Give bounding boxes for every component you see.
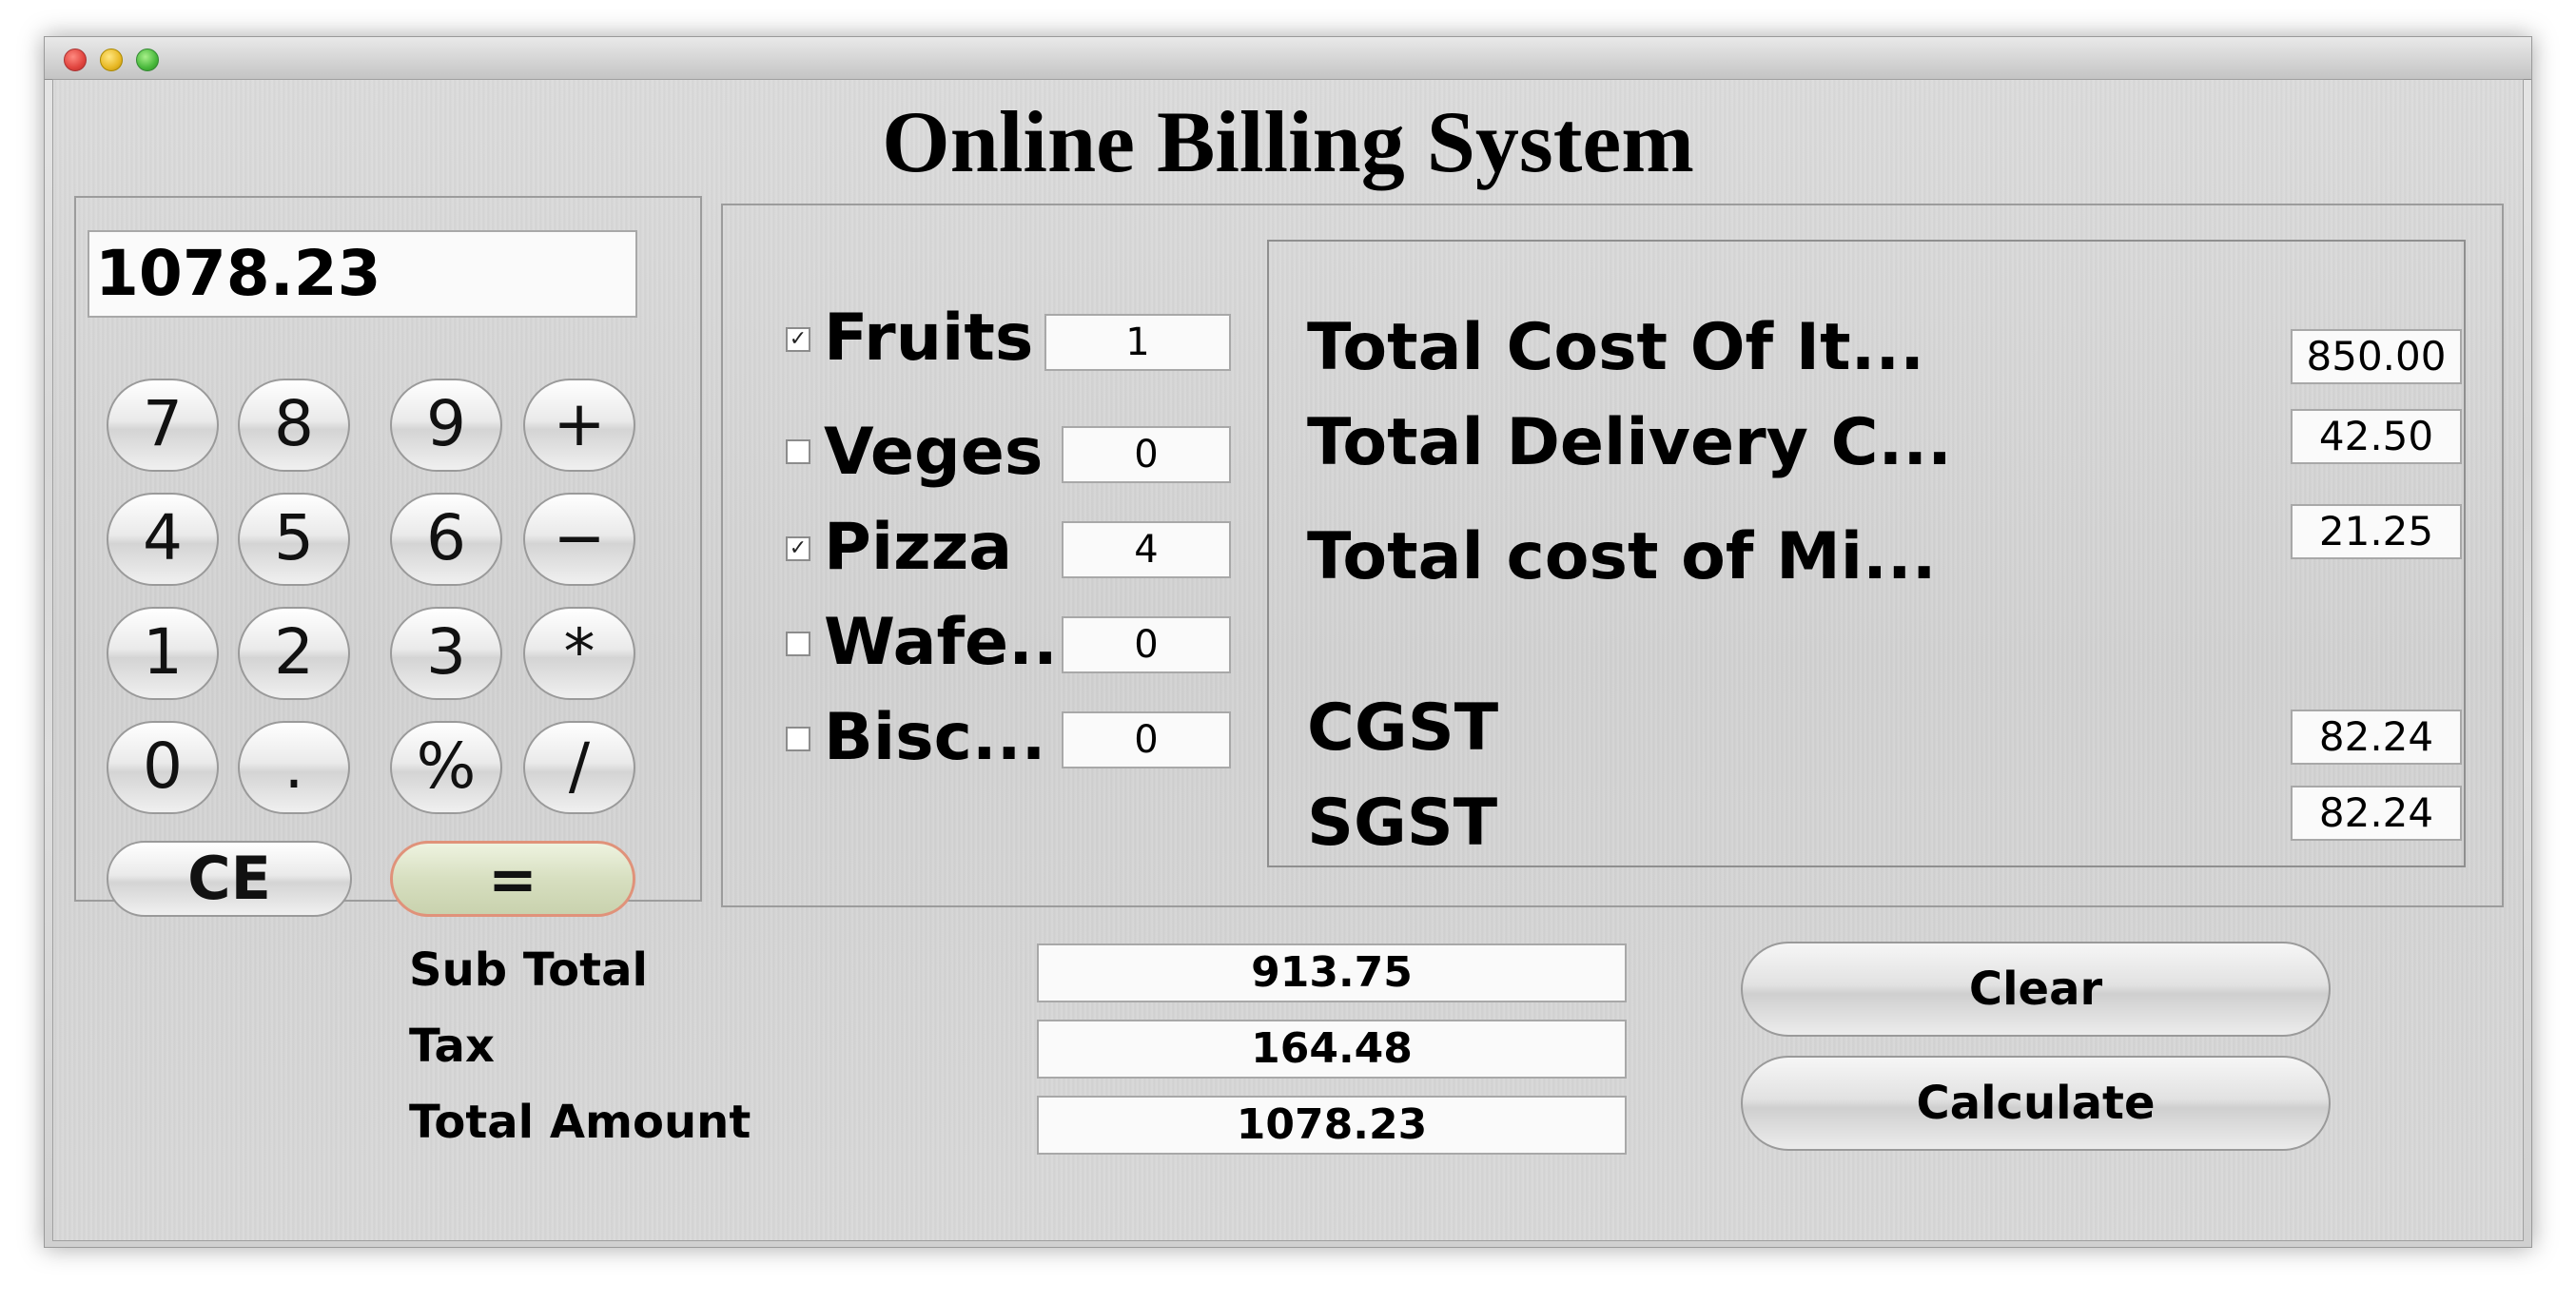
veges-quantity-field[interactable]: 0 <box>1062 426 1231 483</box>
key-4-button[interactable]: 4 <box>107 493 219 586</box>
calculator-display[interactable]: 1078.23 <box>88 230 637 318</box>
key-8-button[interactable]: 8 <box>238 379 350 472</box>
pizza-quantity-field[interactable]: 4 <box>1062 521 1231 578</box>
wafers-checkbox[interactable] <box>786 632 810 656</box>
sgst-label: SGST <box>1307 786 1498 861</box>
equals-button[interactable]: = <box>390 841 635 917</box>
veges-checkbox[interactable] <box>786 439 810 464</box>
subtotal-value[interactable]: 913.75 <box>1037 943 1627 1002</box>
key-7-button[interactable]: 7 <box>107 379 219 472</box>
calculate-button[interactable]: Calculate <box>1741 1056 2331 1151</box>
tax-value[interactable]: 164.48 <box>1037 1020 1627 1079</box>
content-pane: Online Billing System 1078.23 7 8 9 + 4 … <box>52 79 2524 1241</box>
key-5-button[interactable]: 5 <box>238 493 350 586</box>
biscuits-label: Bisc... <box>824 700 1046 775</box>
sgst-value[interactable]: 82.24 <box>2291 786 2462 841</box>
divide-button[interactable]: / <box>523 721 635 814</box>
total-amount-label: Total Amount <box>409 1096 751 1149</box>
tax-label: Tax <box>409 1020 495 1073</box>
multiply-button[interactable]: * <box>523 607 635 700</box>
total-misc-cost-value[interactable]: 21.25 <box>2291 504 2462 559</box>
key-0-button[interactable]: 0 <box>107 721 219 814</box>
page-title: Online Billing System <box>882 93 1694 190</box>
wafers-label: Wafe... <box>824 605 1083 680</box>
total-amount-value[interactable]: 1078.23 <box>1037 1096 1627 1155</box>
clear-entry-button[interactable]: CE <box>107 841 352 917</box>
zoom-window-button[interactable] <box>136 49 159 71</box>
veges-label: Veges <box>824 415 1044 490</box>
percent-button[interactable]: % <box>390 721 502 814</box>
wafers-quantity-field[interactable]: 0 <box>1062 616 1231 673</box>
minimize-window-button[interactable] <box>100 49 123 71</box>
key-2-button[interactable]: 2 <box>238 607 350 700</box>
plus-button[interactable]: + <box>523 379 635 472</box>
title-bar <box>45 37 2531 80</box>
biscuits-quantity-field[interactable]: 0 <box>1062 711 1231 768</box>
minus-button[interactable]: − <box>523 493 635 586</box>
cgst-value[interactable]: 82.24 <box>2291 710 2462 765</box>
cgst-label: CGST <box>1307 690 1499 766</box>
total-delivery-cost-label: Total Delivery C... <box>1307 405 1953 480</box>
subtotal-label: Sub Total <box>409 943 648 997</box>
total-delivery-cost-value[interactable]: 42.50 <box>2291 409 2462 464</box>
key-9-button[interactable]: 9 <box>390 379 502 472</box>
pizza-label: Pizza <box>824 510 1013 585</box>
total-item-cost-label: Total Cost Of It... <box>1307 310 1925 385</box>
pizza-checkbox[interactable]: ✓ <box>786 536 810 561</box>
fruits-checkbox[interactable]: ✓ <box>786 327 810 352</box>
decimal-point-button[interactable]: . <box>238 721 350 814</box>
app-window: Online Billing System 1078.23 7 8 9 + 4 … <box>44 36 2532 1248</box>
clear-button[interactable]: Clear <box>1741 942 2331 1037</box>
key-3-button[interactable]: 3 <box>390 607 502 700</box>
biscuits-checkbox[interactable] <box>786 727 810 751</box>
key-1-button[interactable]: 1 <box>107 607 219 700</box>
total-misc-cost-label: Total cost of Mi... <box>1307 519 1937 594</box>
close-window-button[interactable] <box>64 49 87 71</box>
fruits-quantity-field[interactable]: 1 <box>1044 314 1231 371</box>
total-item-cost-value[interactable]: 850.00 <box>2291 329 2462 384</box>
fruits-label: Fruits <box>824 301 1034 376</box>
key-6-button[interactable]: 6 <box>390 493 502 586</box>
